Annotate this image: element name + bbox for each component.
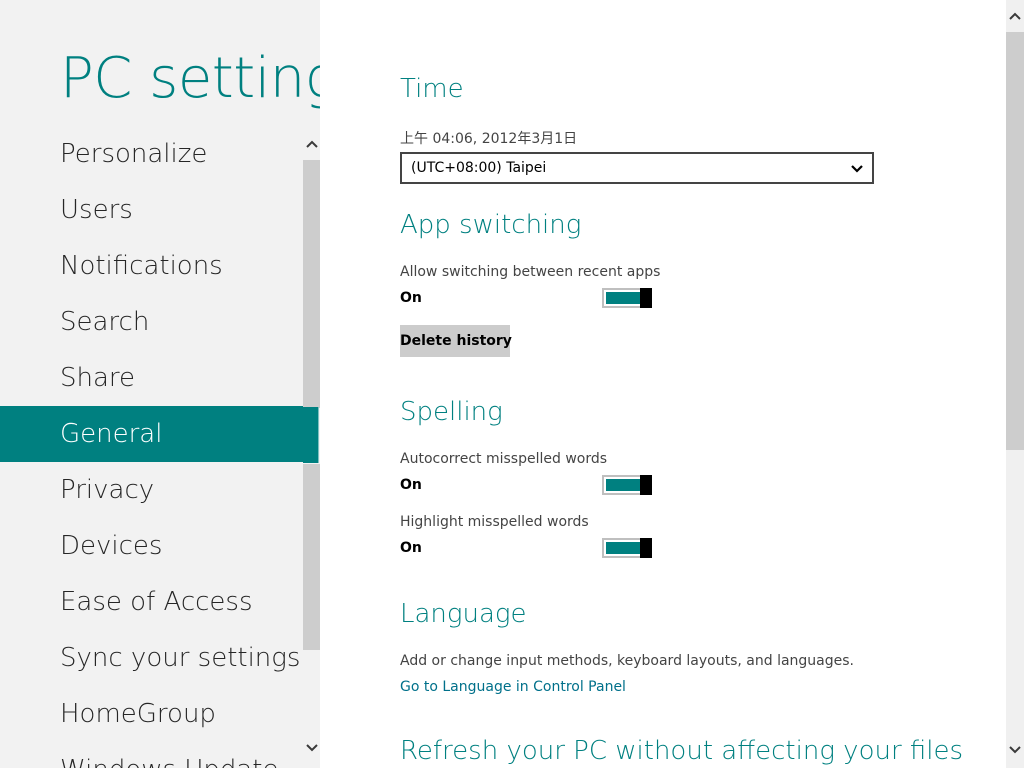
chevron-down-icon[interactable] (1006, 734, 1024, 766)
toggle-fill (606, 479, 640, 491)
toggle-fill (606, 292, 640, 304)
timezone-select[interactable]: (UTC+08:00) Taipei (400, 152, 874, 184)
language-control-panel-link[interactable]: Go to Language in Control Panel (400, 679, 626, 695)
highlight-toggle[interactable] (602, 538, 652, 558)
chevron-down-icon[interactable] (303, 732, 320, 764)
autocorrect-state: On (400, 477, 422, 493)
allow-switching-toggle[interactable] (602, 288, 652, 308)
pc-settings-window: PC settings Personalize Users Notificati… (0, 0, 1024, 768)
delete-history-button[interactable]: Delete history (400, 325, 512, 357)
chevron-up-icon[interactable] (303, 128, 320, 160)
sidebar-scroll-thumb[interactable] (303, 464, 320, 650)
chevron-up-icon[interactable] (1006, 0, 1024, 32)
section-title-app-switching: App switching (400, 210, 582, 240)
sidebar-scroll-track-upper[interactable] (303, 160, 320, 408)
language-description: Add or change input methods, keyboard la… (400, 653, 854, 669)
autocorrect-toggle[interactable] (602, 475, 652, 495)
sidebar-item-search[interactable]: Search (0, 294, 303, 350)
app-title: PC settings (60, 46, 320, 111)
sidebar-item-share[interactable]: Share (0, 350, 303, 406)
section-title-spelling: Spelling (400, 397, 503, 427)
toggle-knob (640, 288, 652, 308)
section-title-time: Time (400, 74, 464, 104)
section-title-language: Language (400, 599, 527, 629)
sidebar-item-privacy[interactable]: Privacy (0, 462, 303, 518)
sidebar-item-general[interactable]: General (0, 406, 303, 462)
selected-indicator (303, 407, 319, 463)
highlight-label: Highlight misspelled words (400, 514, 589, 530)
chevron-down-icon (850, 159, 864, 177)
settings-content: Time 上午 04:06, 2012年3月1日 (UTC+08:00) Tai… (320, 0, 1006, 768)
allow-switching-label: Allow switching between recent apps (400, 264, 661, 280)
sidebar-item-users[interactable]: Users (0, 182, 303, 238)
sidebar-item-windows-update[interactable]: Windows Update (0, 742, 303, 768)
current-datetime: 上午 04:06, 2012年3月1日 (400, 131, 578, 147)
sidebar-item-notifications[interactable]: Notifications (0, 238, 303, 294)
sidebar-item-personalize[interactable]: Personalize (0, 126, 303, 182)
timezone-value: (UTC+08:00) Taipei (411, 160, 547, 176)
toggle-fill (606, 542, 640, 554)
autocorrect-label: Autocorrect misspelled words (400, 451, 608, 467)
sidebar-item-homegroup[interactable]: HomeGroup (0, 686, 303, 742)
content-scrollbar[interactable] (1006, 0, 1024, 768)
toggle-knob (640, 475, 652, 495)
sidebar-nav: Personalize Users Notifications Search S… (0, 126, 303, 768)
section-title-refresh: Refresh your PC without affecting your f… (400, 736, 964, 766)
allow-switching-state: On (400, 290, 422, 306)
highlight-state: On (400, 540, 422, 556)
content-scroll-thumb[interactable] (1006, 32, 1024, 450)
sidebar-item-devices[interactable]: Devices (0, 518, 303, 574)
sidebar: PC settings Personalize Users Notificati… (0, 0, 320, 768)
sidebar-item-sync-settings[interactable]: Sync your settings (0, 630, 303, 686)
sidebar-item-ease-of-access[interactable]: Ease of Access (0, 574, 303, 630)
toggle-knob (640, 538, 652, 558)
